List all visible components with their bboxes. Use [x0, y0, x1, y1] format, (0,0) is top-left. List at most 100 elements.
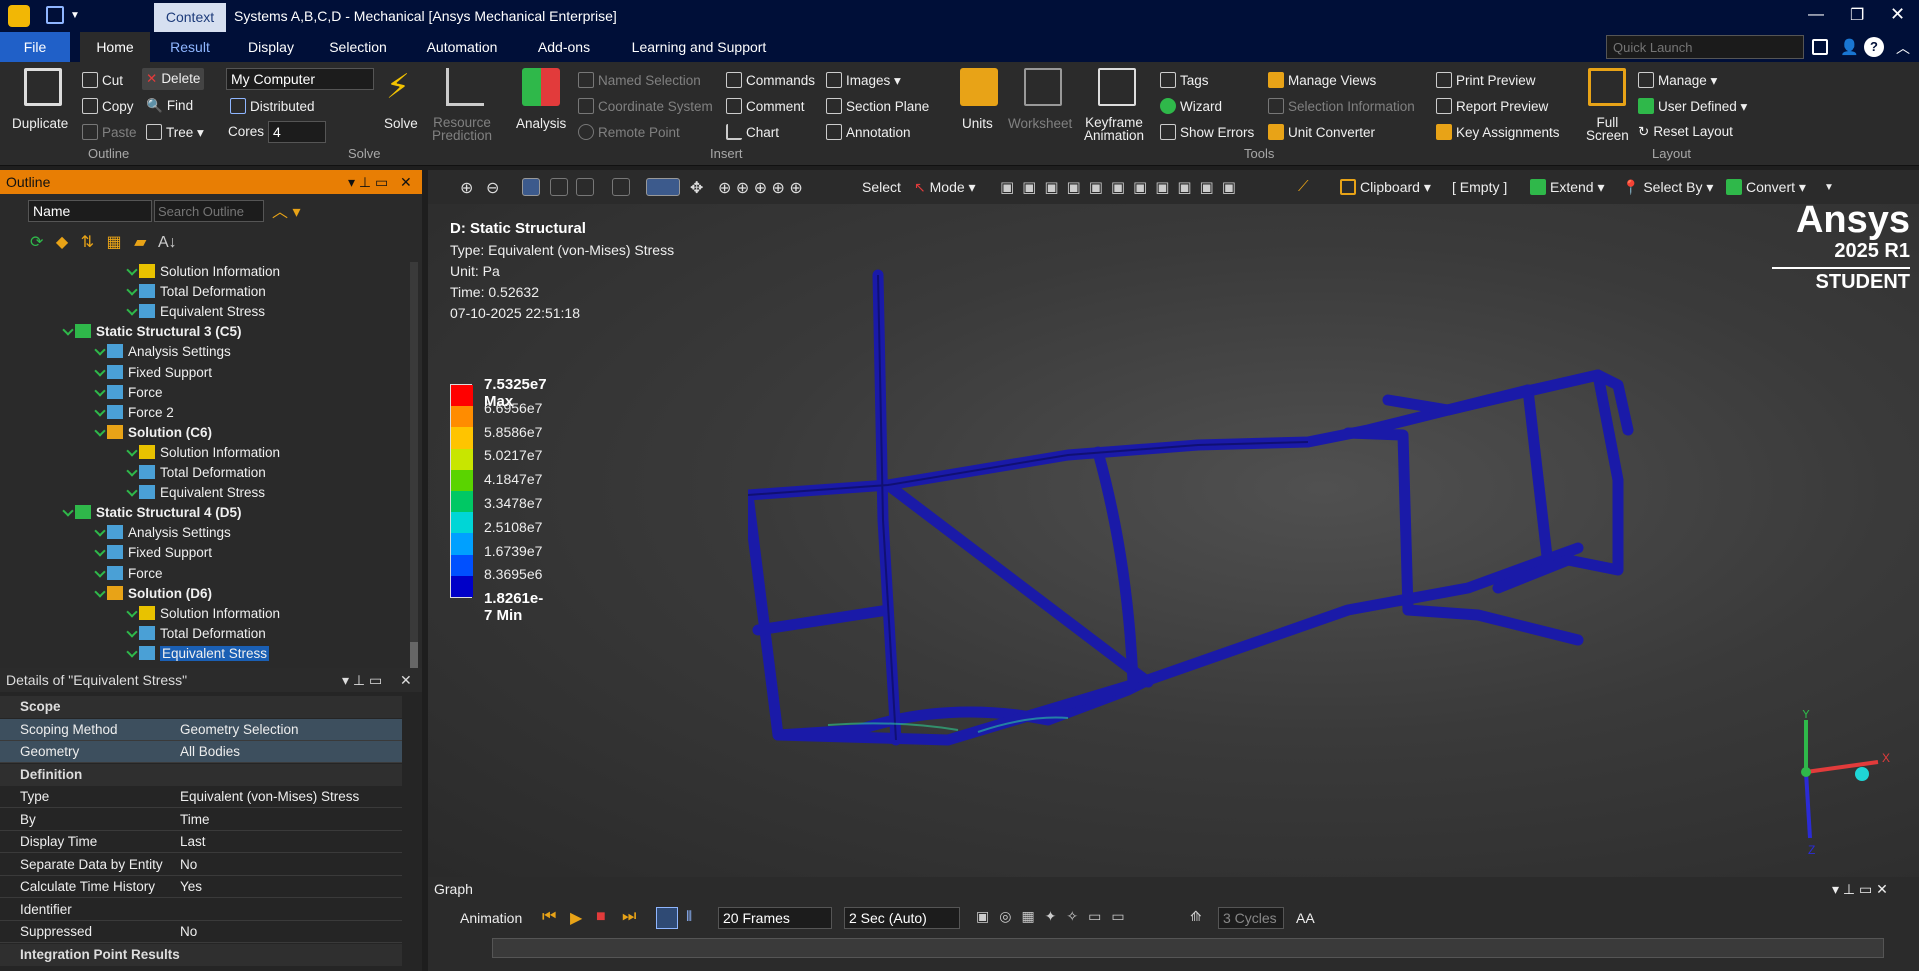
tree-node[interactable]: Force 2 [94, 404, 174, 420]
details-row[interactable]: Scoping Method Geometry Selection [0, 718, 402, 741]
show-errors-button[interactable]: Show Errors [1160, 124, 1254, 140]
distributed-frames-icon[interactable] [656, 907, 678, 929]
feedback-icon[interactable] [1812, 39, 1828, 55]
details-section-header[interactable]: Scope [0, 696, 402, 718]
outline-name-filter[interactable]: Name [28, 200, 152, 222]
user-icon[interactable]: 👤 [1840, 38, 1859, 56]
next-frame-button[interactable]: ⏭ [622, 908, 636, 926]
tab-learning-support[interactable]: Learning and Support [620, 32, 778, 62]
eraser-icon[interactable]: ◆ [56, 234, 68, 251]
result-sets-icon[interactable]: ⦀ [686, 908, 692, 925]
details-row[interactable]: Display Time Last [0, 831, 402, 853]
commands-button[interactable]: Commands [726, 72, 815, 88]
extend-button[interactable]: Extend ▾ [1530, 179, 1605, 196]
triad-rotation-ball[interactable] [1855, 767, 1869, 781]
tree-node[interactable]: Equivalent Stress [126, 304, 265, 319]
coordinate-system-button[interactable]: Coordinate System [578, 98, 713, 114]
tab-automation[interactable]: Automation [414, 32, 510, 62]
resource-prediction-button[interactable]: Resource Prediction [432, 116, 492, 143]
timeline-track[interactable] [492, 938, 1884, 958]
reset-layout-button[interactable]: ↻ Reset Layout [1638, 124, 1733, 140]
section-plane-button[interactable]: Section Plane [826, 98, 929, 114]
paste-button[interactable]: Paste [82, 124, 137, 140]
print-preview-button[interactable]: Print Preview [1436, 72, 1536, 88]
details-row[interactable]: Calculate Time History Yes [0, 876, 402, 898]
tab-result[interactable]: Result [154, 32, 226, 62]
clipboard-button[interactable]: Clipboard ▾ [1340, 179, 1431, 196]
details-section-header[interactable]: Definition [0, 763, 402, 786]
tags-button[interactable]: Tags [1160, 72, 1209, 88]
details-pin-icon[interactable]: ▾ ⊥ ▭ [342, 668, 382, 692]
file-menu[interactable]: File [0, 32, 70, 62]
quick-access-dropdown-icon[interactable]: ▼ [70, 10, 80, 21]
tree-node[interactable]: Solution Information [126, 605, 280, 621]
frame-model[interactable] [748, 220, 1798, 760]
sort-icon[interactable]: ⇅ [81, 234, 94, 251]
selection-filter-icons[interactable]: ▣▣▣▣▣▣▣▣▣▣▣ [1000, 178, 1244, 196]
tree-button[interactable]: Tree ▾ [146, 124, 204, 141]
collapse-ribbon-icon[interactable]: ︿ [1896, 38, 1910, 58]
copy-button[interactable]: Copy [82, 98, 134, 114]
user-defined-layout-button[interactable]: User Defined ▾ [1638, 98, 1747, 115]
tab-selection[interactable]: Selection [320, 32, 396, 62]
tree-node[interactable]: Total Deformation [126, 284, 266, 299]
pan-icon[interactable]: ✥ [690, 178, 703, 198]
comment-button[interactable]: Comment [726, 98, 805, 114]
tree-node[interactable]: Static Structural 4 (D5) [62, 505, 242, 520]
selection-information-button[interactable]: Selection Information [1268, 98, 1415, 114]
details-row[interactable]: Type Equivalent (von-Mises) Stress [0, 786, 402, 808]
key-assignments-button[interactable]: Key Assignments [1436, 124, 1560, 140]
tree-node[interactable]: Fixed Support [94, 545, 212, 560]
iso-view-icon[interactable] [522, 178, 540, 196]
computer-select[interactable]: My Computer [226, 68, 374, 90]
rotate-icon[interactable] [646, 178, 680, 196]
distributed-checkbox[interactable]: Distributed [230, 98, 315, 114]
unit-converter-button[interactable]: Unit Converter [1268, 124, 1375, 140]
named-selection-button[interactable]: Named Selection [578, 72, 701, 88]
remote-point-button[interactable]: Remote Point [578, 124, 680, 140]
graph-window-controls[interactable]: ▾ ⊥ ▭ ✕ [1832, 881, 1888, 898]
report-preview-button[interactable]: Report Preview [1436, 98, 1548, 114]
details-close-button[interactable]: ✕ [400, 668, 412, 692]
cycles-input[interactable]: 3 Cycles [1218, 907, 1284, 929]
keyframe-animation-button[interactable]: Keyframe Animation [1084, 116, 1144, 143]
frames-select[interactable]: 20 Frames [718, 907, 832, 929]
tree-node[interactable]: Fixed Support [94, 364, 212, 380]
box-zoom-icon[interactable] [612, 178, 630, 196]
tree-node[interactable]: Force [94, 565, 163, 581]
manage-views-button[interactable]: Manage Views [1268, 72, 1376, 88]
stop-button[interactable]: ■ [596, 908, 606, 926]
save-icon[interactable] [46, 6, 64, 24]
outline-search-input[interactable] [154, 200, 264, 222]
chart-button[interactable]: Chart [726, 124, 779, 140]
stress-legend-bar[interactable] [450, 384, 473, 598]
restore-button[interactable]: ❐ [1850, 5, 1864, 25]
graph-icon[interactable]: ⟋ [1298, 178, 1309, 195]
sort-az-icon[interactable]: A↓ [158, 234, 177, 251]
delete-button[interactable]: ✕ Delete [142, 68, 205, 90]
axis-triad[interactable]: Y X Z [1778, 710, 1898, 860]
select-mode-button[interactable]: ↖ Mode ▾ [914, 179, 976, 196]
folder-icon[interactable]: ▰ [134, 234, 146, 251]
export-icon[interactable]: ⟰ [1190, 908, 1202, 925]
units-button[interactable]: Units [962, 116, 993, 131]
close-window-button[interactable]: ✕ [1890, 4, 1905, 25]
select-by-button[interactable]: 📍 Select By ▾ [1622, 179, 1713, 196]
toolbar-overflow-icon[interactable]: ▼ [1824, 182, 1834, 193]
tree-node[interactable]: Static Structural 3 (C5) [62, 324, 242, 339]
tree-node[interactable]: Equivalent Stress [126, 485, 265, 500]
annotation-button[interactable]: Annotation [826, 124, 911, 140]
grid-icon[interactable]: ▦ [106, 234, 121, 251]
tab-home[interactable]: Home [80, 32, 150, 62]
duplicate-button[interactable]: Duplicate [12, 116, 68, 131]
tree-node[interactable]: Solution Information [126, 264, 280, 279]
minimize-button[interactable]: — [1808, 6, 1824, 24]
tree-node[interactable]: Equivalent Stress [126, 645, 270, 661]
tree-node[interactable]: Analysis Settings [94, 344, 231, 359]
antialias-button[interactable]: AA [1296, 910, 1315, 926]
expand-collapse-icon[interactable]: ︿ ▾ [272, 198, 300, 222]
cores-input[interactable]: 4 [268, 121, 326, 143]
details-row[interactable]: Identifier [0, 899, 402, 921]
tab-display[interactable]: Display [240, 32, 302, 62]
tree-node[interactable]: Force [94, 384, 163, 400]
